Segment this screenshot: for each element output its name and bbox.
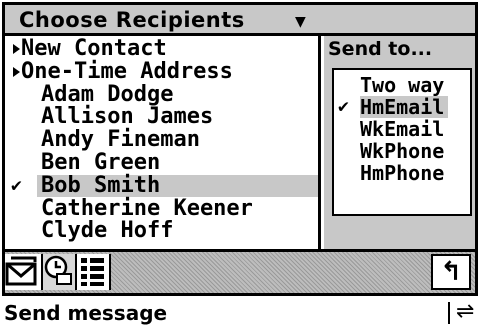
contact-label: Ben Green <box>41 150 161 175</box>
contact-item[interactable]: Adam Dodge <box>5 81 318 107</box>
submenu-arrow-icon <box>13 44 20 54</box>
back-arrow-icon[interactable]: ↰ <box>431 254 471 290</box>
send-to-options-list[interactable]: Two way ✔ HmEmail WkEmail WkPhone HmPhone <box>332 68 472 216</box>
contact-label: Allison James <box>41 104 214 130</box>
checkmark-icon: ✔ <box>11 174 22 196</box>
contact-item[interactable]: Clyde Hoff <box>5 220 318 242</box>
mail-app-icon[interactable] <box>5 254 43 290</box>
status-divider <box>448 302 450 324</box>
send-to-option-label: WkPhone <box>360 139 445 163</box>
send-to-option-label: WkEmail <box>360 117 445 141</box>
send-to-option-label: HmPhone <box>360 161 445 185</box>
contact-label: One-Time Address <box>21 58 233 84</box>
send-to-option[interactable]: WkEmail <box>334 118 470 140</box>
contact-label: Andy Fineman <box>41 127 200 153</box>
contact-item[interactable]: Allison James <box>5 106 318 128</box>
status-bar: Send message ⇌ <box>0 298 482 328</box>
status-text: Send message <box>4 301 168 325</box>
contact-label: Clyde Hoff <box>41 218 174 244</box>
contact-label: New Contact <box>21 36 167 61</box>
send-to-label: Send to... <box>328 38 433 60</box>
title-dropdown-arrow-icon[interactable]: ▼ <box>295 14 306 30</box>
contact-item[interactable]: ✔ Bob Smith <box>5 172 318 198</box>
title-bar[interactable]: Choose Recipients ▼ <box>2 2 478 36</box>
sync-icon[interactable]: ⇌ <box>456 299 474 324</box>
contact-list[interactable]: New Contact One-Time Address Adam Dodge All… <box>5 36 321 249</box>
submenu-arrow-icon <box>13 66 20 77</box>
contact-item[interactable]: Catherine Keener <box>5 195 318 221</box>
window-title: Choose Recipients <box>19 8 245 32</box>
send-to-panel: Send to... Two way ✔ HmEmail WkEmail WkPhone… <box>324 36 475 249</box>
send-to-option[interactable]: Two way <box>334 74 470 96</box>
contact-label: Adam Dodge <box>41 81 174 107</box>
toolbar: ↰ <box>2 252 478 296</box>
contact-action-item[interactable]: New Contact <box>5 38 318 60</box>
contact-label: Bob Smith <box>41 172 161 198</box>
contact-item[interactable]: Andy Fineman <box>5 129 318 151</box>
send-to-option[interactable]: ✔ HmEmail <box>334 96 470 118</box>
contact-action-item[interactable]: One-Time Address <box>5 58 318 84</box>
list-view-icon[interactable] <box>77 254 111 290</box>
send-to-option[interactable]: HmPhone <box>334 162 470 184</box>
app-window: Choose Recipients ▼ New Contact One-Time … <box>0 0 482 328</box>
send-to-option-label: Two way <box>360 73 445 97</box>
contact-label: Catherine Keener <box>41 195 253 221</box>
send-to-option[interactable]: WkPhone <box>334 140 470 162</box>
contact-item[interactable]: Ben Green <box>5 152 318 174</box>
clock-app-icon[interactable] <box>43 254 77 290</box>
send-to-option-label: HmEmail <box>360 96 449 118</box>
main-panel: New Contact One-Time Address Adam Dodge All… <box>2 36 478 252</box>
checkmark-icon: ✔ <box>338 96 349 117</box>
